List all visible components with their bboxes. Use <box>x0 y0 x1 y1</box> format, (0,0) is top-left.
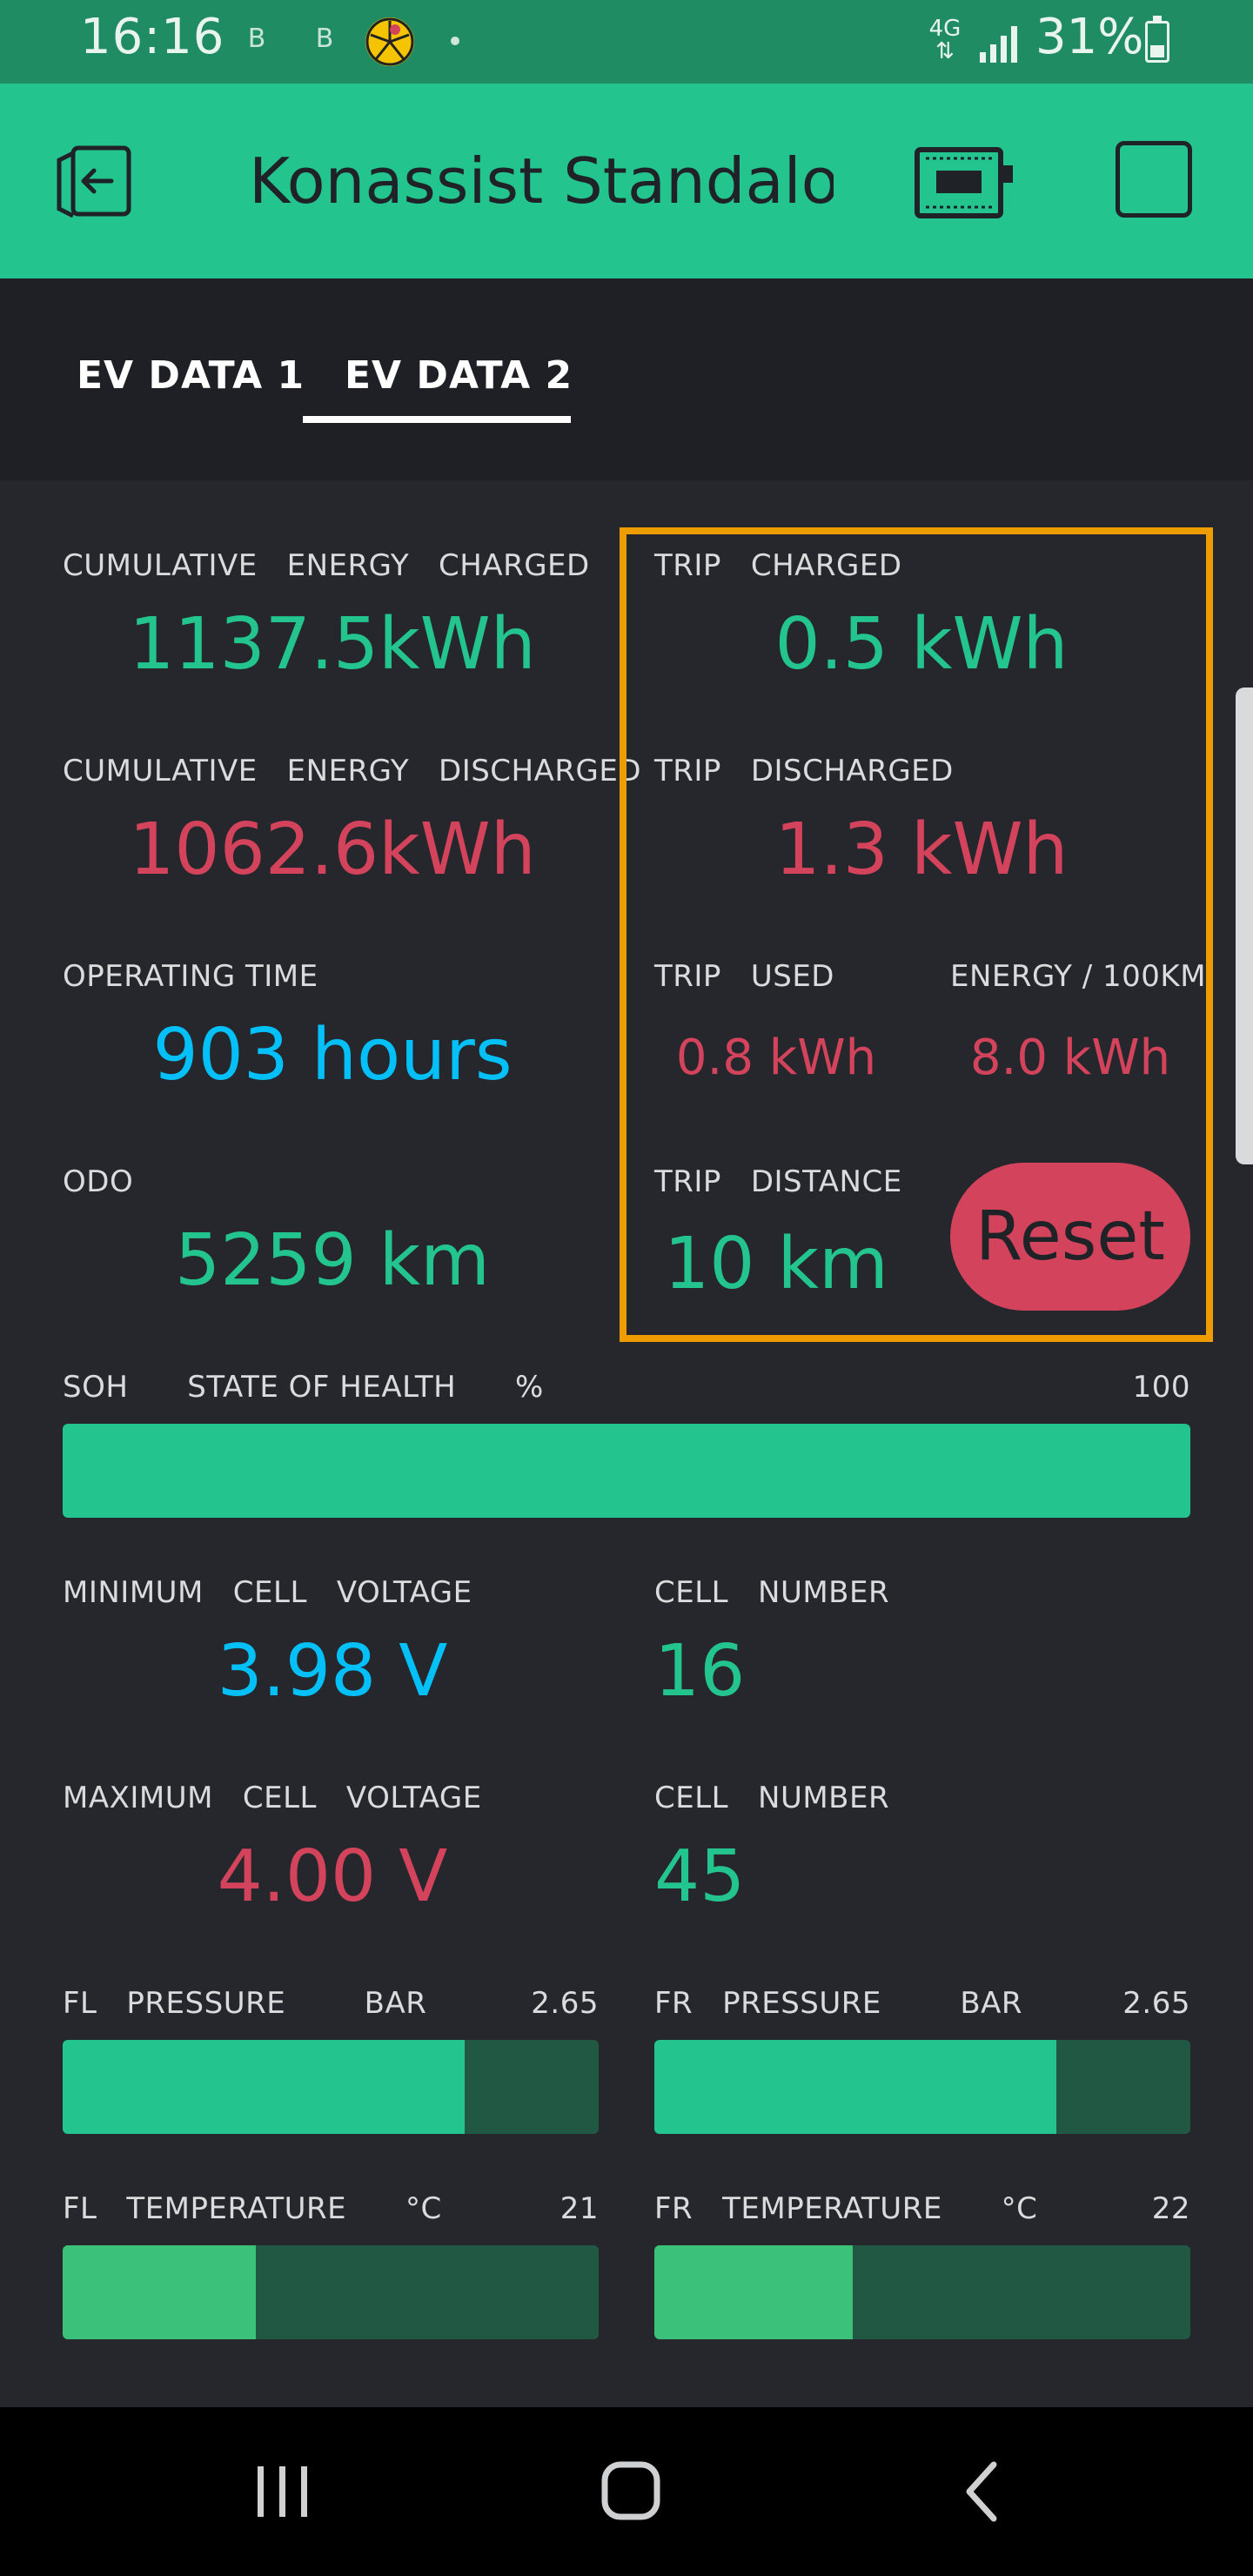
trip-distance-value: 10 km <box>664 1223 888 1305</box>
home-icon[interactable] <box>600 2458 661 2526</box>
trip-used-label: TRIP USED <box>654 959 834 994</box>
trip-distance-label: TRIP DISTANCE <box>654 1164 902 1199</box>
selected-tab-indicator <box>303 416 571 423</box>
fl-pressure-bar-fill <box>63 2040 465 2134</box>
recent-apps-icon[interactable] <box>254 2458 312 2526</box>
tab-ev-data-2[interactable]: EV DATA 2 <box>345 353 573 398</box>
soh-value: 100 <box>1132 1370 1190 1405</box>
min-cell-number-label: CELL NUMBER <box>654 1575 890 1610</box>
trip-discharged-value: 1.3 kWh <box>774 808 1069 891</box>
fr-temperature-bar <box>654 2245 1190 2339</box>
status-time: 16:16 <box>80 9 225 65</box>
exit-icon[interactable] <box>54 139 137 223</box>
operating-time-label: OPERATING TIME <box>63 959 318 994</box>
reset-button[interactable]: Reset <box>950 1163 1190 1311</box>
battery-icon <box>1145 16 1169 63</box>
fl-pressure-bar <box>63 2040 599 2134</box>
min-cell-voltage-value: 3.98 V <box>217 1630 448 1713</box>
fl-temperature-label: FL TEMPERATURE °C <box>63 2191 442 2226</box>
fr-pressure-label: FR PRESSURE BAR <box>654 1986 1023 2021</box>
odo-value: 5259 km <box>174 1219 491 1302</box>
device-icon[interactable] <box>914 146 1015 219</box>
fr-temperature-value: 22 <box>1151 2191 1190 2226</box>
fr-pressure-bar-fill <box>654 2040 1056 2134</box>
square-icon[interactable] <box>1116 141 1192 218</box>
fl-temperature-bar <box>63 2245 599 2339</box>
min-cell-number-value: 16 <box>654 1630 746 1713</box>
cumulative-charged-label: CUMULATIVE ENERGY CHARGED <box>63 548 590 583</box>
fl-temperature-bar-fill <box>63 2245 256 2339</box>
trip-charged-label: TRIP CHARGED <box>654 548 902 583</box>
navigation-bar <box>0 2407 1253 2576</box>
back-nav-icon[interactable] <box>957 2458 1006 2526</box>
fr-pressure-bar <box>654 2040 1190 2134</box>
status-bar: 16:16 B B 4G ⇅ 31% <box>0 0 1253 84</box>
fr-temperature-bar-fill <box>654 2245 853 2339</box>
operating-time-value: 903 hours <box>152 1014 513 1097</box>
cumulative-charged-value: 1137.5kWh <box>129 603 536 686</box>
max-cell-voltage-value: 4.00 V <box>217 1835 448 1918</box>
fl-pressure-label: FL PRESSURE BAR <box>63 1986 427 2021</box>
app-title: Konassist Standalone <box>249 144 834 218</box>
cumulative-discharged-label: CUMULATIVE ENERGY DISCHARGED <box>63 754 642 788</box>
app-bar: Konassist Standalone <box>0 84 1253 278</box>
fl-temperature-value: 21 <box>559 2191 599 2226</box>
fl-pressure-value: 2.65 <box>531 1986 599 2021</box>
soh-bar <box>63 1424 1190 1518</box>
trip-used-value: 0.8 kWh <box>675 1030 877 1086</box>
fr-temperature-label: FR TEMPERATURE °C <box>654 2191 1038 2226</box>
min-cell-voltage-label: MINIMUM CELL VOLTAGE <box>63 1575 472 1610</box>
network-4g-icon: 4G ⇅ <box>928 16 962 64</box>
scrollbar[interactable] <box>1236 688 1253 1164</box>
max-cell-number-value: 45 <box>654 1835 746 1918</box>
max-cell-number-label: CELL NUMBER <box>654 1781 890 1815</box>
fr-pressure-value: 2.65 <box>1122 1986 1190 2021</box>
notification-b-icon: B <box>315 23 334 54</box>
soh-label: SOH STATE OF HEALTH % <box>63 1370 544 1405</box>
tab-bar: EV DATA 1 EV DATA 2 <box>0 278 1253 480</box>
max-cell-voltage-label: MAXIMUM CELL VOLTAGE <box>63 1781 482 1815</box>
energy-100km-value: 8.0 kWh <box>969 1030 1171 1086</box>
signal-icon <box>980 26 1020 63</box>
cumulative-discharged-value: 1062.6kWh <box>129 808 536 891</box>
notification-b-icon: B <box>247 23 266 54</box>
notification-app-icon <box>365 17 414 66</box>
trip-charged-value: 0.5 kWh <box>774 603 1069 686</box>
odo-label: ODO <box>63 1164 134 1199</box>
tab-ev-data-1[interactable]: EV DATA 1 <box>77 353 305 398</box>
soh-bar-fill <box>63 1424 1190 1518</box>
trip-discharged-label: TRIP DISCHARGED <box>654 754 954 788</box>
energy-100km-label: ENERGY / 100KM <box>950 959 1207 994</box>
notification-dot-icon <box>451 37 459 45</box>
battery-percent: 31% <box>1035 9 1144 65</box>
